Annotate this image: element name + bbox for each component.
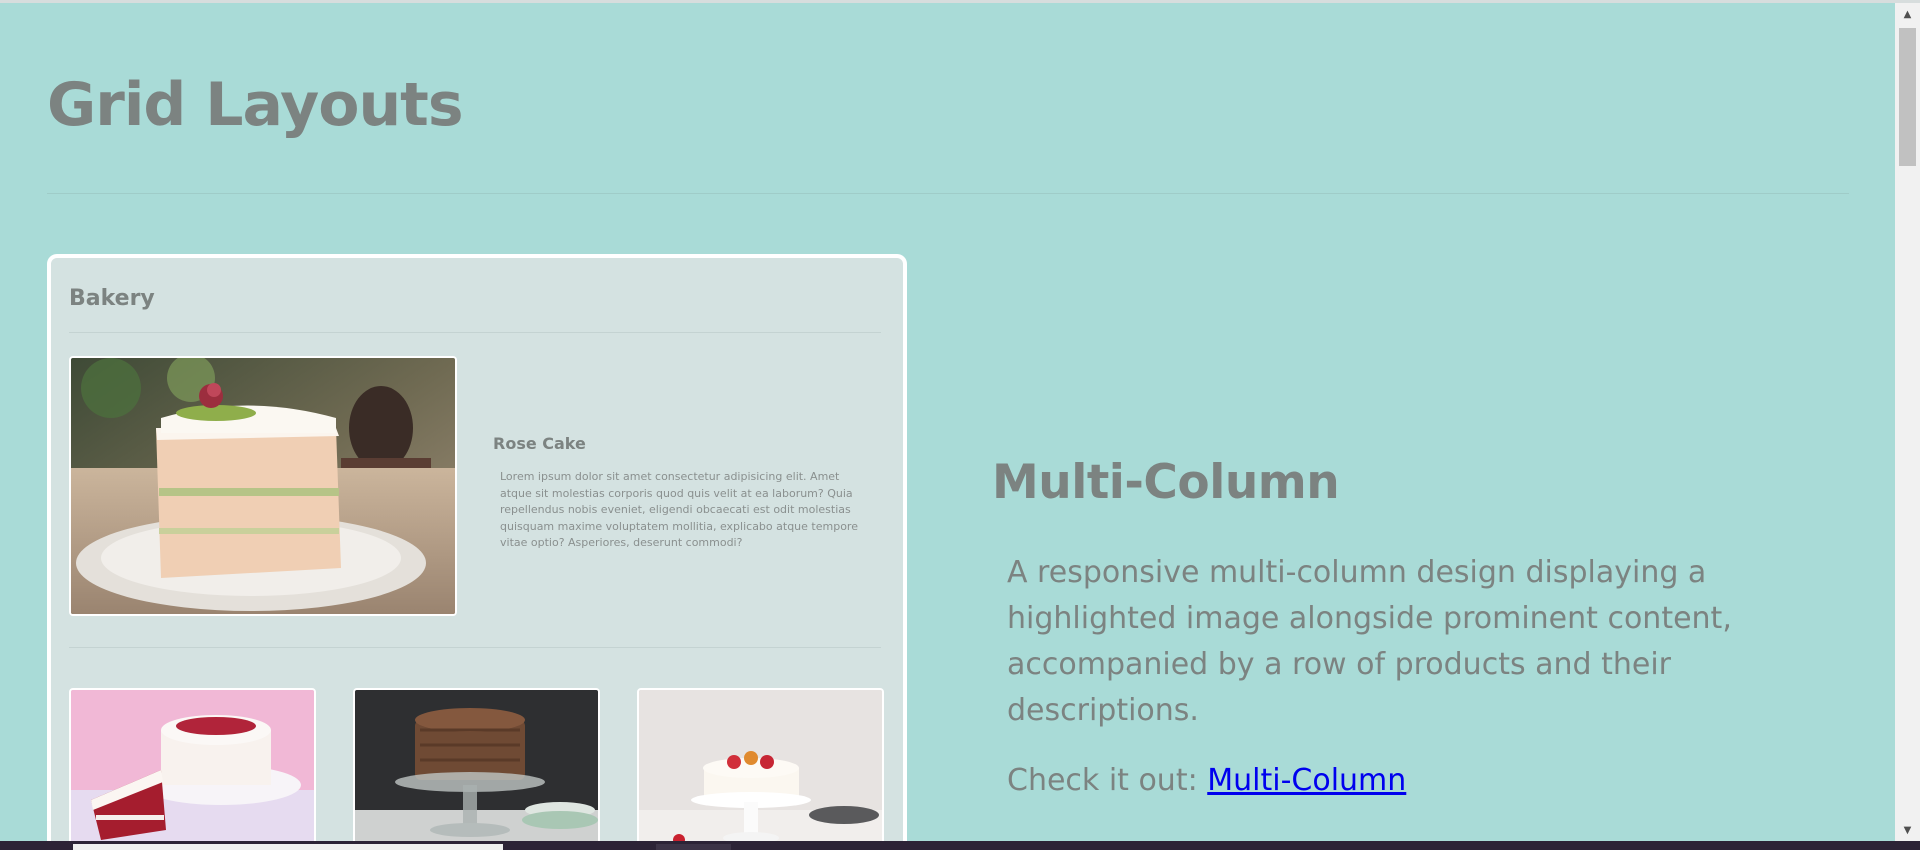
- window-top-border: [0, 0, 1920, 3]
- section-description: A responsive multi-column design display…: [1007, 555, 1732, 728]
- scroll-up-arrow-icon[interactable]: ▲: [1899, 8, 1916, 22]
- rose-cake-image: [69, 356, 457, 616]
- card-title: Bakery: [69, 286, 155, 311]
- taskbar-app-button[interactable]: [656, 844, 731, 850]
- page-title: Grid Layouts: [47, 70, 464, 140]
- red-velvet-cake-image: [69, 688, 316, 850]
- multi-column-section: Multi-Column A responsive multi-column d…: [992, 455, 1792, 804]
- hero-product-title: Rose Cake: [493, 434, 586, 453]
- multi-column-link[interactable]: Multi-Column: [1207, 763, 1406, 798]
- page: Grid Layouts Bakery Rose Cake Lorem ipsu…: [0, 0, 1920, 850]
- taskbar-window-tab[interactable]: [73, 844, 503, 850]
- bakery-card: Bakery Rose Cake Lorem ipsum dolor sit a…: [47, 254, 907, 850]
- card-header-divider: [69, 332, 881, 333]
- scrollbar-thumb[interactable]: [1899, 28, 1916, 166]
- scroll-down-arrow-icon[interactable]: ▼: [1899, 824, 1916, 838]
- hero-product-description: Lorem ipsum dolor sit amet consectetur a…: [500, 470, 858, 549]
- hero-info: Rose Cake Lorem ipsum dolor sit amet con…: [493, 434, 873, 552]
- berry-cheesecake-image: [637, 688, 884, 850]
- title-divider: [47, 193, 1849, 194]
- section-cta: Check it out: Multi-Column: [1007, 758, 1792, 804]
- cta-prefix: Check it out:: [1007, 763, 1208, 798]
- chocolate-cake-image: [353, 688, 600, 850]
- card-section-divider: [69, 647, 881, 648]
- section-title: Multi-Column: [992, 455, 1340, 510]
